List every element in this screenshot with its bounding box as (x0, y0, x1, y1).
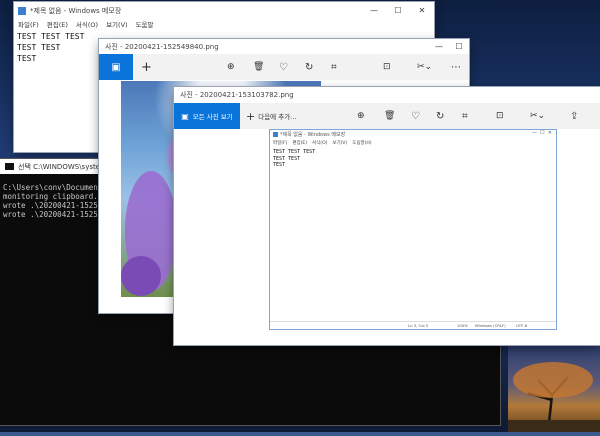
add-to-label: 다음에 추가... (258, 113, 297, 121)
plus-icon: + (246, 109, 256, 123)
menu-format[interactable]: 서식(O) (76, 19, 98, 30)
photos2-title: 사진 - 20200421-153103782.png (180, 91, 294, 99)
edit-create-icon[interactable]: ✂⌄ (417, 54, 432, 80)
photos2-titlebar[interactable]: 사진 - 20200421-153103782.png (174, 87, 600, 103)
shot-menu-item: 편집(E) (292, 141, 308, 146)
shot-text-area: TEST TEST TEST TEST TEST TEST (273, 149, 315, 169)
photos1-toolbar: ▣ + ⊕ 🗑 ♡ ↻ ⌗ ⊡ ✂⌄ ⋯ (99, 54, 469, 80)
shot-status-zoom: 100% (457, 323, 468, 328)
shot-app-icon (273, 132, 278, 137)
shot-menubar: 파일(F) 편집(E) 서식(O) 보기(V) 도움말(H) (273, 140, 372, 146)
rotate-icon[interactable]: ↻ (305, 54, 313, 80)
menu-help[interactable]: 도움말 (136, 19, 154, 30)
notepad-line: TEST TEST (17, 43, 61, 52)
cmd-icon (5, 163, 14, 170)
edit-create-icon[interactable]: ✂⌄ (530, 103, 545, 129)
favorite-icon[interactable]: ♡ (279, 54, 288, 80)
notepad-menubar: 파일(F) 편집(E) 서식(O) 보기(V) 도움말 (14, 19, 434, 30)
minimize-button[interactable]: — (429, 39, 449, 54)
shot-status-eol: Windows (CRLF) (475, 323, 506, 328)
collection-button[interactable]: ▣ (99, 54, 133, 80)
maximize-button[interactable]: ☐ (386, 2, 410, 19)
shot-status-position: Ln 3, Col 5 (408, 323, 429, 328)
enhance-icon[interactable]: ⊡ (496, 103, 504, 129)
shot-statusbar: Ln 3, Col 5 100% Windows (CRLF) UTF-8 (270, 321, 556, 329)
cmd-line: wrote .\20200421-152549 (3, 210, 107, 219)
notepad-line: TEST TEST TEST (17, 32, 85, 41)
minimize-button[interactable]: — (362, 2, 386, 19)
cmd-line: monitoring clipboard. W (3, 192, 107, 201)
cmd-line: C:\Users\conv\Document (3, 183, 103, 192)
delete-icon[interactable]: 🗑 (384, 103, 395, 129)
zoom-icon[interactable]: ⊕ (227, 54, 235, 80)
shot-status-encoding: UTF-8 (516, 323, 528, 328)
share-icon[interactable]: ⇪ (570, 103, 578, 129)
notepad-screenshot-image: *제목 없음 - Windows 메모장 — ☐ ✕ 파일(F) 편집(E) 서… (270, 130, 556, 329)
rotate-icon[interactable]: ↻ (436, 103, 444, 129)
maximize-button[interactable]: ☐ (449, 39, 469, 54)
shot-line: TEST TEST TEST (273, 149, 316, 155)
menu-file[interactable]: 파일(F) (18, 19, 39, 30)
cmd-line: wrote .\20200421-152521 (3, 201, 107, 210)
crop-icon[interactable]: ⌗ (331, 54, 337, 80)
shot-line: TEST (273, 162, 286, 168)
photos1-title: 사진 - 20200421-152549840.png (105, 42, 219, 51)
cmd-title: 선택 C:\WINDOWS\system (18, 162, 107, 171)
notepad-app-icon (18, 6, 26, 15)
shot-window-controls: — ☐ ✕ (531, 130, 552, 136)
shot-menu-item: 도움말(H) (352, 141, 372, 146)
crop-icon[interactable]: ⌗ (462, 103, 468, 129)
photos1-titlebar[interactable]: 사진 - 20200421-152549840.png — ☐ (99, 39, 469, 54)
add-to-button[interactable]: + 다음에 추가... (246, 103, 296, 129)
shot-menu-item: 보기(V) (332, 141, 348, 146)
add-button[interactable]: + (141, 54, 152, 80)
notepad-text-area[interactable]: TEST TEST TEST TEST TEST TEST (17, 31, 84, 64)
notepad-line: TEST (17, 54, 37, 63)
cmd-output[interactable]: C:\Users\conv\Document monitoring clipbo… (3, 183, 107, 219)
close-button[interactable]: ✕ (410, 2, 434, 19)
enhance-icon[interactable]: ⊡ (383, 54, 391, 80)
photos-window-2[interactable]: 사진 - 20200421-153103782.png ▣ 모든 사진 보기 +… (174, 87, 600, 345)
collection-icon: ▣ (181, 111, 189, 121)
menu-edit[interactable]: 편집(E) (47, 19, 68, 30)
zoom-icon[interactable]: ⊕ (357, 103, 365, 129)
shot-menu-item: 파일(F) (273, 141, 288, 146)
all-photos-label: 모든 사진 보기 (192, 113, 233, 121)
desktop-wallpaper-tree (508, 345, 600, 433)
shot-titlebar: *제목 없음 - Windows 메모장 — ☐ ✕ (270, 130, 556, 139)
more-icon[interactable]: ⋯ (451, 54, 461, 80)
notepad-titlebar[interactable]: *제목 없음 - Windows 메모장 — ☐ ✕ (14, 2, 434, 19)
delete-icon[interactable]: 🗑 (253, 54, 264, 80)
all-photos-button[interactable]: ▣ 모든 사진 보기 (174, 103, 240, 129)
shot-menu-item: 서식(O) (312, 141, 328, 146)
shot-title: *제목 없음 - Windows 메모장 (280, 132, 346, 138)
menu-view[interactable]: 보기(V) (106, 19, 127, 30)
photos2-toolbar: ▣ 모든 사진 보기 + 다음에 추가... ⊕ 🗑 ♡ ↻ ⌗ ⊡ ✂⌄ ⇪ (174, 103, 600, 129)
notepad-title: *제목 없음 - Windows 메모장 (30, 6, 122, 15)
favorite-icon[interactable]: ♡ (411, 103, 420, 129)
